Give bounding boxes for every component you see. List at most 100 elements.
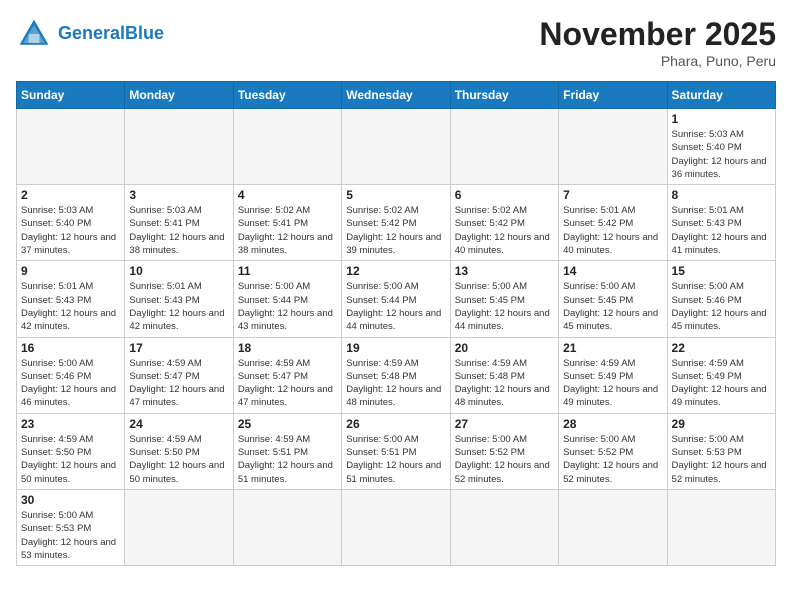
weekday-thursday: Thursday bbox=[450, 82, 558, 109]
calendar-cell: 19Sunrise: 4:59 AM Sunset: 5:48 PM Dayli… bbox=[342, 337, 450, 413]
day-number: 17 bbox=[129, 341, 228, 355]
day-info: Sunrise: 5:00 AM Sunset: 5:51 PM Dayligh… bbox=[346, 433, 445, 486]
weekday-friday: Friday bbox=[559, 82, 667, 109]
calendar-cell: 4 Sunrise: 5:02 AM Sunset: 5:41 PM Daylig… bbox=[233, 185, 341, 261]
calendar-cell: 10Sunrise: 5:01 AM Sunset: 5:43 PM Dayli… bbox=[125, 261, 233, 337]
day-info: Sunrise: 5:00 AM Sunset: 5:52 PM Dayligh… bbox=[455, 433, 554, 486]
weekday-monday: Monday bbox=[125, 82, 233, 109]
calendar-cell: 25Sunrise: 4:59 AM Sunset: 5:51 PM Dayli… bbox=[233, 413, 341, 489]
calendar-cell: 3Sunrise: 5:03 AM Sunset: 5:41 PM Daylig… bbox=[125, 185, 233, 261]
day-info: Sunrise: 5:03 AM Sunset: 5:40 PM Dayligh… bbox=[672, 128, 771, 181]
logo-icon bbox=[16, 16, 52, 52]
calendar-cell: 15Sunrise: 5:00 AM Sunset: 5:46 PM Dayli… bbox=[667, 261, 775, 337]
day-number: 12 bbox=[346, 264, 445, 278]
title-block: November 2025 Phara, Puno, Peru bbox=[539, 16, 776, 69]
day-info: Sunrise: 5:00 AM Sunset: 5:44 PM Dayligh… bbox=[346, 280, 445, 333]
calendar-cell: 23 Sunrise: 4:59 AM Sunset: 5:50 PM Dayli… bbox=[17, 413, 125, 489]
calendar-cell: 28 Sunrise: 5:00 AM Sunset: 5:52 PM Dayli… bbox=[559, 413, 667, 489]
day-info: Sunrise: 5:00 AM Sunset: 5:52 PM Dayligh… bbox=[563, 433, 662, 486]
weekday-wednesday: Wednesday bbox=[342, 82, 450, 109]
day-number: 27 bbox=[455, 417, 554, 431]
day-info: Sunrise: 5:00 AM Sunset: 5:44 PM Dayligh… bbox=[238, 280, 337, 333]
day-number: 5 bbox=[346, 188, 445, 202]
day-info: Sunrise: 5:01 AM Sunset: 5:43 PM Dayligh… bbox=[21, 280, 120, 333]
calendar-cell: 17 Sunrise: 4:59 AM Sunset: 5:47 PM Dayli… bbox=[125, 337, 233, 413]
day-info: Sunrise: 4:59 AM Sunset: 5:49 PM Dayligh… bbox=[672, 357, 771, 410]
day-number: 8 bbox=[672, 188, 771, 202]
day-number: 23 bbox=[21, 417, 120, 431]
calendar-cell bbox=[233, 109, 341, 185]
logo-text: GeneralBlue bbox=[58, 24, 164, 44]
logo-general: General bbox=[58, 23, 125, 43]
day-number: 15 bbox=[672, 264, 771, 278]
calendar-week-3: 16Sunrise: 5:00 AM Sunset: 5:46 PM Dayli… bbox=[17, 337, 776, 413]
day-number: 21 bbox=[563, 341, 662, 355]
calendar-cell: 26 Sunrise: 5:00 AM Sunset: 5:51 PM Dayli… bbox=[342, 413, 450, 489]
calendar-cell bbox=[342, 109, 450, 185]
day-number: 20 bbox=[455, 341, 554, 355]
calendar-cell bbox=[342, 489, 450, 565]
calendar-header: SundayMondayTuesdayWednesdayThursdayFrid… bbox=[17, 82, 776, 109]
calendar-cell: 18Sunrise: 4:59 AM Sunset: 5:47 PM Dayli… bbox=[233, 337, 341, 413]
day-info: Sunrise: 4:59 AM Sunset: 5:47 PM Dayligh… bbox=[129, 357, 228, 410]
calendar-cell: 2 Sunrise: 5:03 AM Sunset: 5:40 PM Daylig… bbox=[17, 185, 125, 261]
day-info: Sunrise: 4:59 AM Sunset: 5:50 PM Dayligh… bbox=[21, 433, 120, 486]
day-number: 22 bbox=[672, 341, 771, 355]
day-info: Sunrise: 4:59 AM Sunset: 5:51 PM Dayligh… bbox=[238, 433, 337, 486]
calendar-cell: 11 Sunrise: 5:00 AM Sunset: 5:44 PM Dayli… bbox=[233, 261, 341, 337]
calendar-cell: 14Sunrise: 5:00 AM Sunset: 5:45 PM Dayli… bbox=[559, 261, 667, 337]
calendar-cell: 7 Sunrise: 5:01 AM Sunset: 5:42 PM Daylig… bbox=[559, 185, 667, 261]
day-number: 4 bbox=[238, 188, 337, 202]
calendar-cell bbox=[450, 109, 558, 185]
calendar-cell bbox=[450, 489, 558, 565]
calendar-cell: 21 Sunrise: 4:59 AM Sunset: 5:49 PM Dayli… bbox=[559, 337, 667, 413]
day-info: Sunrise: 4:59 AM Sunset: 5:50 PM Dayligh… bbox=[129, 433, 228, 486]
calendar-cell bbox=[233, 489, 341, 565]
day-number: 13 bbox=[455, 264, 554, 278]
day-info: Sunrise: 5:02 AM Sunset: 5:41 PM Dayligh… bbox=[238, 204, 337, 257]
day-info: Sunrise: 4:59 AM Sunset: 5:49 PM Dayligh… bbox=[563, 357, 662, 410]
day-number: 28 bbox=[563, 417, 662, 431]
day-number: 7 bbox=[563, 188, 662, 202]
day-number: 9 bbox=[21, 264, 120, 278]
calendar-cell: 6 Sunrise: 5:02 AM Sunset: 5:42 PM Daylig… bbox=[450, 185, 558, 261]
day-info: Sunrise: 4:59 AM Sunset: 5:47 PM Dayligh… bbox=[238, 357, 337, 410]
day-number: 3 bbox=[129, 188, 228, 202]
day-number: 6 bbox=[455, 188, 554, 202]
month-title: November 2025 bbox=[539, 16, 776, 53]
calendar-cell bbox=[125, 109, 233, 185]
calendar-cell: 24 Sunrise: 4:59 AM Sunset: 5:50 PM Dayli… bbox=[125, 413, 233, 489]
calendar-cell: 16Sunrise: 5:00 AM Sunset: 5:46 PM Dayli… bbox=[17, 337, 125, 413]
calendar-cell: 27 Sunrise: 5:00 AM Sunset: 5:52 PM Dayli… bbox=[450, 413, 558, 489]
calendar-cell: 9 Sunrise: 5:01 AM Sunset: 5:43 PM Daylig… bbox=[17, 261, 125, 337]
day-info: Sunrise: 5:01 AM Sunset: 5:42 PM Dayligh… bbox=[563, 204, 662, 257]
day-number: 19 bbox=[346, 341, 445, 355]
calendar-cell bbox=[667, 489, 775, 565]
logo-blue: Blue bbox=[125, 23, 164, 43]
day-info: Sunrise: 5:02 AM Sunset: 5:42 PM Dayligh… bbox=[455, 204, 554, 257]
day-number: 16 bbox=[21, 341, 120, 355]
calendar-week-5: 30Sunrise: 5:00 AM Sunset: 5:53 PM Dayli… bbox=[17, 489, 776, 565]
day-info: Sunrise: 5:01 AM Sunset: 5:43 PM Dayligh… bbox=[129, 280, 228, 333]
day-info: Sunrise: 5:00 AM Sunset: 5:45 PM Dayligh… bbox=[563, 280, 662, 333]
calendar-cell: 30Sunrise: 5:00 AM Sunset: 5:53 PM Dayli… bbox=[17, 489, 125, 565]
calendar-cell: 22 Sunrise: 4:59 AM Sunset: 5:49 PM Dayli… bbox=[667, 337, 775, 413]
calendar-cell bbox=[125, 489, 233, 565]
day-number: 1 bbox=[672, 112, 771, 126]
calendar-week-0: 1 Sunrise: 5:03 AM Sunset: 5:40 PM Daylig… bbox=[17, 109, 776, 185]
day-number: 11 bbox=[238, 264, 337, 278]
calendar-cell: 20Sunrise: 4:59 AM Sunset: 5:48 PM Dayli… bbox=[450, 337, 558, 413]
calendar-cell bbox=[17, 109, 125, 185]
calendar-week-2: 9 Sunrise: 5:01 AM Sunset: 5:43 PM Daylig… bbox=[17, 261, 776, 337]
day-info: Sunrise: 5:02 AM Sunset: 5:42 PM Dayligh… bbox=[346, 204, 445, 257]
day-number: 26 bbox=[346, 417, 445, 431]
logo: GeneralBlue bbox=[16, 16, 164, 52]
weekday-tuesday: Tuesday bbox=[233, 82, 341, 109]
day-info: Sunrise: 5:03 AM Sunset: 5:40 PM Dayligh… bbox=[21, 204, 120, 257]
day-info: Sunrise: 5:01 AM Sunset: 5:43 PM Dayligh… bbox=[672, 204, 771, 257]
calendar-cell: 5 Sunrise: 5:02 AM Sunset: 5:42 PM Daylig… bbox=[342, 185, 450, 261]
day-number: 24 bbox=[129, 417, 228, 431]
day-number: 2 bbox=[21, 188, 120, 202]
calendar-cell bbox=[559, 109, 667, 185]
day-number: 30 bbox=[21, 493, 120, 507]
